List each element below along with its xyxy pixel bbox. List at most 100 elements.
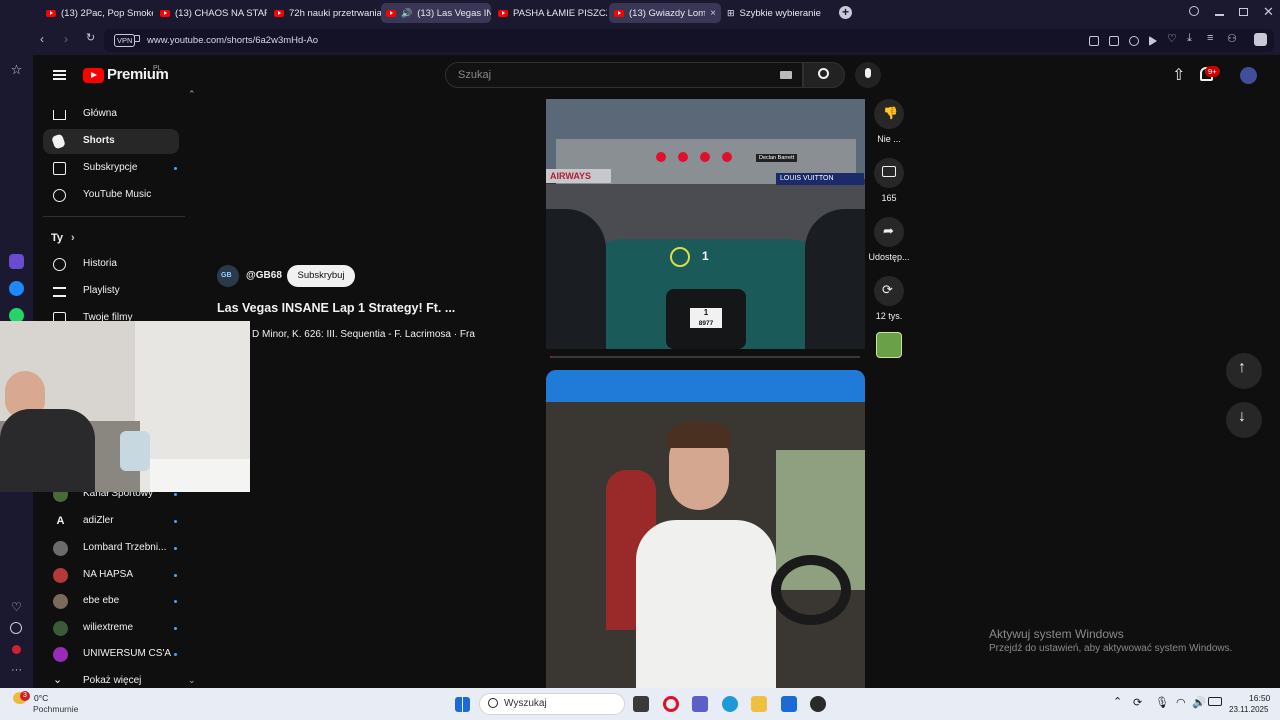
aria-icon[interactable] [9,254,24,269]
sound-thumbnail[interactable] [876,332,902,358]
task-view-icon[interactable] [633,696,649,712]
music-ticker[interactable]: uiem in D Minor, K. 626: III. Sequentia … [217,329,515,340]
tab-5[interactable]: PASHA ŁAMIE PISZCZEL! [493,3,607,23]
channel-adizler[interactable]: A adiZler [43,509,179,534]
file-explorer-icon[interactable] [751,696,767,712]
tab-3[interactable]: 72h nauki przetrwania - c [269,3,381,23]
player-icon[interactable] [1149,36,1157,46]
maximize-icon[interactable] [1239,8,1248,16]
sidebar-item-history[interactable]: Historia [43,252,179,277]
channel-ebe-ebe[interactable]: ebe ebe [43,589,179,614]
channel-lombard[interactable]: Lombard Trzebni... [43,536,179,561]
channel-na-hapsa[interactable]: NA HAPSA [43,563,179,588]
menu-hamburger-icon[interactable] [53,70,66,80]
adblock-icon[interactable] [1129,36,1139,46]
download-icon[interactable]: ⤓ [1187,32,1192,45]
previous-short-button[interactable]: ↑ [1226,353,1262,389]
subscribe-button[interactable]: Subskrybuj [287,265,355,287]
tab-7[interactable]: ⊞ Szybkie wybieranie [722,3,834,23]
sidebar-item-youtube-music[interactable]: YouTube Music [43,183,179,208]
windows-start-icon[interactable] [455,697,470,712]
tab-close-icon[interactable]: × [710,8,716,19]
sidebar-item-playlists[interactable]: Playlisty [43,279,179,304]
search-input[interactable]: Szukaj [445,62,803,88]
store-icon[interactable] [781,696,797,712]
remix-button[interactable]: ⟳ [874,276,904,306]
new-content-dot [174,653,177,656]
weather-desc[interactable]: Pochmurnie [33,704,78,714]
menu-list-icon[interactable]: ≡ [1207,32,1213,44]
search-button[interactable] [803,62,845,88]
share-button[interactable]: ➦ [874,217,904,247]
app-icon[interactable] [810,696,826,712]
scroll-up-icon[interactable]: ⌃ [188,89,196,100]
heart-icon[interactable]: ♡ [9,600,24,615]
clock-time[interactable]: 16:50 [1249,693,1270,703]
sidebar-item-shorts[interactable]: Shorts [43,129,179,154]
tab-2[interactable]: (13) CHAOS NA STARCIE, [155,3,267,23]
short-video-player[interactable]: AIRWAYS LOUIS VUITTON Declan Barrett 1 89… [546,99,865,349]
favorite-heart-icon[interactable]: ♡ [1167,32,1177,45]
short-title[interactable]: Las Vegas INSANE Lap 1 Strategy! Ft. ... [217,301,455,315]
back-icon[interactable]: ‹ [40,32,44,46]
comments-button[interactable] [874,158,904,188]
forward-icon[interactable]: › [64,32,68,46]
sidebar-item-home[interactable]: Główna [43,102,179,127]
channel-handle[interactable]: @GB68 [246,270,282,281]
volume-icon[interactable]: 🔊 [1192,696,1206,709]
upload-icon[interactable]: ⇧ [1172,65,1185,85]
reload-icon[interactable]: ↻ [86,31,95,44]
new-tab-button[interactable]: + [839,6,852,19]
youtube-small-icon[interactable] [12,645,21,654]
tab-6[interactable]: (13) Gwiazdy Lombard× [609,3,721,23]
close-window-icon[interactable]: ✕ [1263,4,1274,20]
youtube-favicon-icon [46,9,56,17]
sidebar-item-subscriptions[interactable]: Subskrypcje [43,156,179,181]
edit-icon[interactable] [1089,36,1099,46]
voice-search-button[interactable] [855,62,881,88]
more-icon[interactable]: ··· [9,664,24,679]
bookmark-star-icon[interactable]: ☆ [9,62,24,77]
youtube-logo-icon[interactable] [83,68,104,83]
new-content-dot [174,574,177,577]
history-clock-icon[interactable] [10,622,22,634]
edge-icon[interactable] [722,696,738,712]
channel-uniwersum[interactable]: UNIWERSUM CS'A [43,642,179,667]
taskbar-search-input[interactable]: Wyszukaj [479,693,625,715]
next-short-button[interactable]: ↓ [1226,402,1262,438]
teams-icon[interactable] [692,696,708,712]
messenger-icon[interactable] [9,281,24,296]
keyboard-icon[interactable] [780,71,792,79]
you-heading[interactable]: Ty › [51,232,75,244]
channel-avatar [53,541,68,556]
tab-search-icon[interactable] [1189,6,1199,16]
opera-taskbar-icon[interactable] [663,696,679,712]
weather-temp[interactable]: 0°C [34,693,48,703]
tray-chevron-up-icon[interactable]: ⌃ [1113,695,1122,708]
youtube-favicon-icon [614,9,624,17]
clock-date[interactable]: 23.11.2025 [1229,705,1268,714]
channel-avatar[interactable]: GB [217,265,239,287]
vpn-badge[interactable]: VPN [114,34,136,47]
progress-track[interactable] [550,356,860,358]
dislike-button[interactable]: 👎 [874,99,904,129]
tab-1[interactable]: (13) 2Pac, Pop Smoke - W [41,3,153,23]
taskbar-search-placeholder: Wyszukaj [504,698,547,709]
tab-4[interactable]: 🔊(13) Las Vegas INSAN [381,3,491,23]
dislike-icon: 👎 [883,106,898,120]
remix-count: 12 tys. [875,311,903,321]
channel-wiliextreme[interactable]: wiliextreme [43,616,179,641]
battery-icon[interactable] [1208,697,1222,706]
scroll-down-icon[interactable]: ⌄ [188,675,196,686]
profile-icon[interactable]: ⚇ [1227,32,1237,45]
microphone-tray-icon[interactable]: 🎙 [1155,696,1169,709]
sync-icon[interactable]: ⟳ [1133,696,1142,709]
wifi-icon[interactable]: ◠ [1176,696,1186,709]
account-avatar[interactable] [1240,67,1257,84]
share-icon: ➦ [883,223,894,238]
minimize-icon[interactable] [1215,14,1224,16]
camera-icon[interactable] [1109,36,1119,46]
url-field[interactable]: VPN www.youtube.com/shorts/6a2w3mHd-Ao ♡… [104,29,1274,52]
extensions-icon[interactable] [1254,33,1267,46]
next-short-preview[interactable] [546,370,865,688]
